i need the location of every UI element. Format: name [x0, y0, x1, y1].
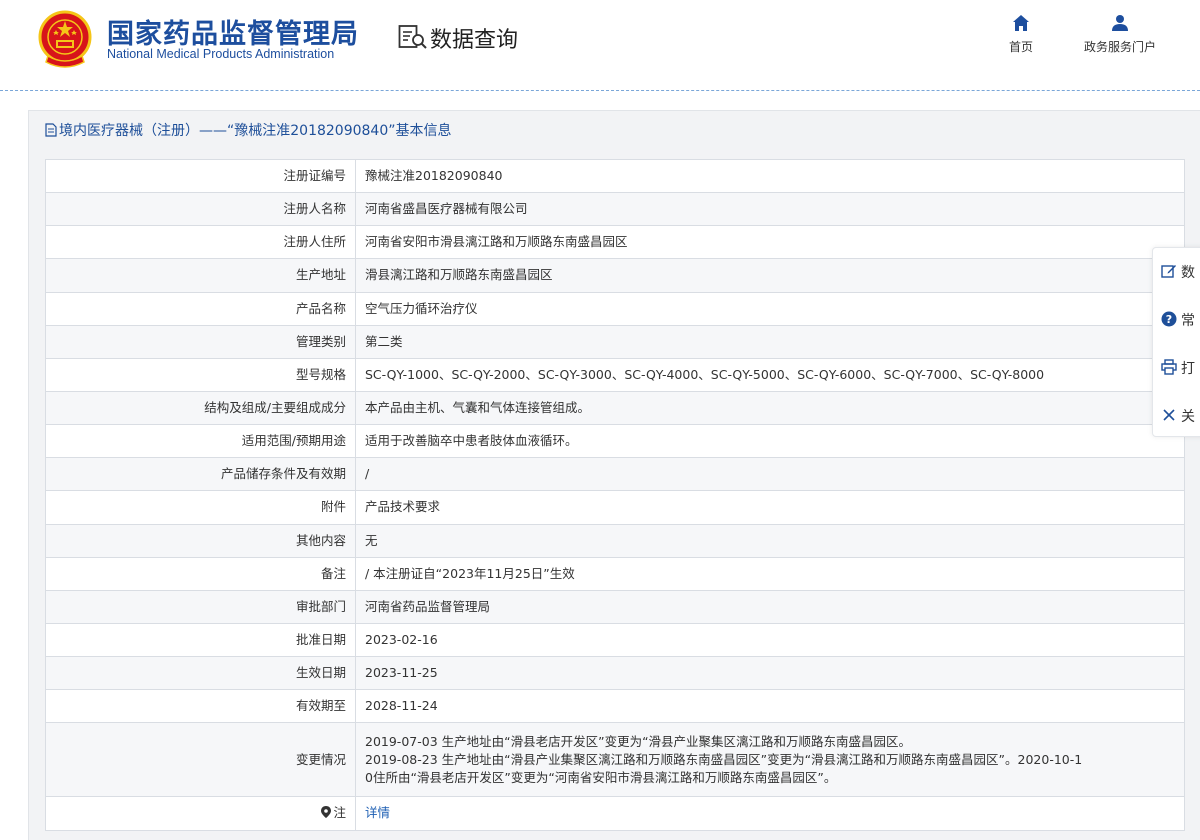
- user-icon: [1112, 15, 1128, 31]
- site-logo-subtitle[interactable]: National Medical Products Administration: [107, 47, 334, 61]
- table-row: 注册人名称 河南省盛昌医疗器械有限公司: [45, 192, 1185, 227]
- table-row: 批准日期 2023-02-16: [45, 622, 1185, 658]
- table-row: 注 详情: [45, 796, 1185, 831]
- svg-text:?: ?: [1166, 313, 1172, 326]
- row-label: 型号规格: [45, 357, 356, 392]
- nav-service-portal[interactable]: 政务服务门户: [1072, 14, 1168, 55]
- row-value: 本产品由主机、气囊和气体连接管组成。: [355, 390, 1185, 426]
- panel-title: 境内医疗器械（注册）——“豫械注准20182090840”基本信息: [45, 120, 451, 140]
- row-value: 2023-02-16: [355, 622, 1185, 658]
- change-line: 2019-07-03 生产地址由“滑县老店开发区”变更为“滑县产业聚集区漓江路和…: [365, 733, 912, 749]
- table-row: 产品储存条件及有效期 /: [45, 457, 1185, 492]
- row-value: 河南省安阳市滑县漓江路和万顺路东南盛昌园区: [355, 225, 1185, 260]
- question-icon: ?: [1161, 311, 1177, 327]
- row-label: 批准日期: [45, 622, 356, 658]
- row-value: 滑县漓江路和万顺路东南盛昌园区: [355, 258, 1185, 293]
- row-label: 变更情况: [45, 722, 356, 798]
- national-emblem-icon: [38, 10, 92, 68]
- toolbar-item-label: 打: [1181, 361, 1195, 377]
- info-table: 注册证编号 豫械注准20182090840 注册人名称 河南省盛昌医疗器械有限公…: [45, 158, 1185, 831]
- details-link[interactable]: 详情: [365, 805, 390, 820]
- row-label: 适用范围/预期用途: [45, 424, 356, 459]
- table-row: 有效期至 2028-11-24: [45, 689, 1185, 724]
- home-icon: [1013, 15, 1029, 31]
- row-label: 注册人住所: [45, 225, 356, 260]
- row-value: /: [355, 457, 1185, 492]
- row-value: 豫械注准20182090840: [355, 158, 1185, 194]
- close-icon: [1163, 409, 1175, 421]
- nav-home-label: 首页: [1008, 40, 1033, 54]
- row-value: 2023-11-25: [355, 656, 1185, 691]
- row-label: 管理类别: [45, 324, 356, 359]
- table-row: 注册人住所 河南省安阳市滑县漓江路和万顺路东南盛昌园区: [45, 225, 1185, 260]
- row-label: 生产地址: [45, 258, 356, 293]
- header-divider: [0, 90, 1200, 91]
- panel-title-text: 境内医疗器械（注册）——“豫械注准20182090840”基本信息: [59, 123, 452, 139]
- row-label: 注册人名称: [45, 192, 356, 227]
- row-label: 生效日期: [45, 656, 356, 691]
- print-icon: [1161, 359, 1177, 375]
- row-label: 注册证编号: [45, 158, 356, 194]
- table-row: 结构及组成/主要组成成分 本产品由主机、气囊和气体连接管组成。: [45, 390, 1185, 426]
- table-row: 生效日期 2023-11-25: [45, 656, 1185, 691]
- table-row: 管理类别 第二类: [45, 324, 1185, 359]
- row-label: 备注: [45, 556, 356, 591]
- nav-portal-label: 政务服务门户: [1083, 40, 1156, 54]
- row-value: 适用于改善脑卒中患者肢体血液循环。: [355, 424, 1185, 459]
- edit-icon: [1161, 265, 1176, 278]
- row-label: 有效期至: [45, 689, 356, 724]
- data-query-icon: [398, 25, 427, 49]
- row-label: 附件: [45, 490, 356, 525]
- toolbar-item-label: 常: [1181, 313, 1195, 329]
- row-label: 产品储存条件及有效期: [45, 457, 356, 492]
- row-label: 审批部门: [45, 589, 356, 624]
- row-label: 产品名称: [45, 291, 356, 326]
- row-value: 产品技术要求: [355, 490, 1185, 525]
- table-row: 附件 产品技术要求: [45, 490, 1185, 525]
- floating-toolbar: 数 ? 常 打 关: [1152, 247, 1200, 437]
- toolbar-item-faq[interactable]: ? 常: [1161, 310, 1195, 332]
- row-value: 空气压力循环治疗仪: [355, 291, 1185, 326]
- toolbar-item-print[interactable]: 打: [1161, 358, 1195, 380]
- table-row: 产品名称 空气压力循环治疗仪: [45, 291, 1185, 326]
- row-value: 2028-11-24: [355, 689, 1185, 724]
- table-row: 变更情况 2019-07-03 生产地址由“滑县老店开发区”变更为“滑县产业聚集…: [45, 722, 1185, 798]
- row-label-note: 注: [45, 796, 356, 831]
- nav-home[interactable]: 首页: [1000, 14, 1042, 55]
- row-value: 无: [355, 523, 1185, 558]
- row-value: 第二类: [355, 324, 1185, 359]
- row-value: SC-QY-1000、SC-QY-2000、SC-QY-3000、SC-QY-4…: [355, 357, 1185, 392]
- toolbar-item-close[interactable]: 关: [1161, 406, 1195, 428]
- site-header: 国家药品监督管理局 National Medical Products Admi…: [0, 0, 1200, 90]
- table-row: 备注 / 本注册证自“2023年11月25日”生效: [45, 556, 1185, 591]
- change-line: 2019-08-23 生产地址由“滑县产业集聚区漓江路和万顺路东南盛昌园区”变更…: [365, 751, 1083, 767]
- table-row: 注册证编号 豫械注准20182090840: [45, 158, 1185, 194]
- site-logo-title[interactable]: 国家药品监督管理局: [107, 12, 359, 51]
- row-label: 结构及组成/主要组成成分: [45, 390, 356, 426]
- table-row: 生产地址 滑县漓江路和万顺路东南盛昌园区: [45, 258, 1185, 293]
- toolbar-item-data[interactable]: 数: [1161, 262, 1195, 284]
- change-line: 0住所由“滑县老店开发区”变更为“河南省安阳市滑县漓江路和万顺路东南盛昌园区”。: [365, 769, 837, 785]
- table-row: 审批部门 河南省药品监督管理局: [45, 589, 1185, 624]
- row-label: 其他内容: [45, 523, 356, 558]
- toolbar-item-label: 关: [1181, 409, 1195, 425]
- pin-icon: [321, 806, 332, 819]
- change-history-value: 2019-07-03 生产地址由“滑县老店开发区”变更为“滑县产业聚集区漓江路和…: [355, 722, 1185, 798]
- document-icon: [45, 123, 57, 137]
- row-value: 河南省药品监督管理局: [355, 589, 1185, 624]
- note-label: 注: [333, 805, 346, 821]
- row-value: / 本注册证自“2023年11月25日”生效: [355, 556, 1185, 591]
- table-row: 其他内容 无: [45, 523, 1185, 558]
- data-query-title: 数据查询: [430, 28, 519, 53]
- table-row: 型号规格 SC-QY-1000、SC-QY-2000、SC-QY-3000、SC…: [45, 357, 1185, 392]
- basic-info-panel: 境内医疗器械（注册）——“豫械注准20182090840”基本信息 注册证编号 …: [28, 110, 1200, 840]
- table-row: 适用范围/预期用途 适用于改善脑卒中患者肢体血液循环。: [45, 424, 1185, 459]
- row-value: 河南省盛昌医疗器械有限公司: [355, 192, 1185, 227]
- toolbar-item-label: 数: [1181, 265, 1195, 281]
